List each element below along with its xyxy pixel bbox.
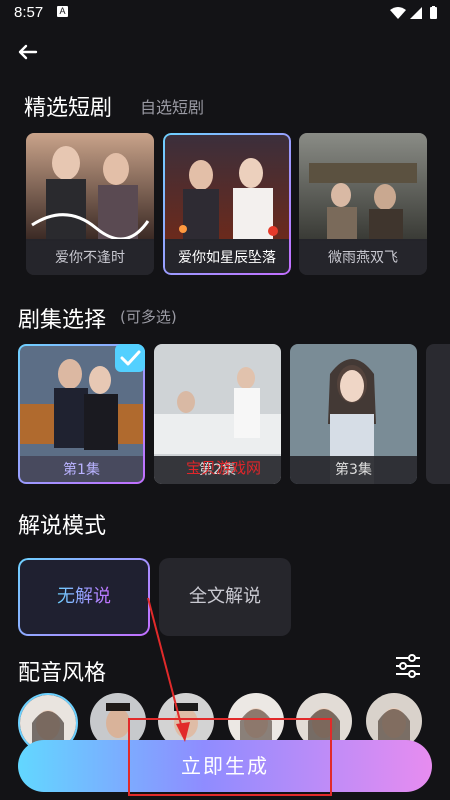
narration-option-none[interactable]: 无解说 — [18, 558, 150, 636]
episode-multi-select-hint: (可多选) — [120, 308, 177, 326]
drama-poster-3 — [299, 133, 427, 239]
watermark: 宝贝游戏网 — [186, 459, 262, 477]
back-arrow-icon — [18, 44, 38, 60]
system-status-icons — [390, 6, 437, 19]
narration-section-title: 解说模式 — [18, 514, 107, 539]
drama-card-1[interactable]: 爱你不逢时 — [26, 133, 154, 275]
sliders-icon[interactable] — [394, 654, 422, 678]
episode-section-title: 剧集选择 — [18, 308, 107, 333]
voice-section-title: 配音风格 — [18, 661, 107, 686]
battery-icon — [430, 7, 437, 19]
status-bar: 8:57 A — [0, 0, 450, 26]
drama-poster-2 — [163, 133, 291, 239]
signal-icon — [410, 7, 422, 19]
narration-option-none-label: 无解说 — [57, 586, 111, 607]
episode-card-1[interactable]: 第1集 — [18, 344, 145, 484]
drama-title-2: 爱你如星辰坠落 — [163, 241, 291, 275]
episode-label-1: 第1集 — [18, 456, 145, 484]
status-time: 8:57 — [14, 4, 44, 21]
tab-featured-dramas[interactable]: 精选短剧 — [24, 90, 112, 122]
episode-card-4-partial[interactable] — [426, 344, 450, 484]
wifi-icon — [390, 7, 406, 19]
checkmark-icon — [115, 344, 145, 372]
drama-card-2[interactable]: 爱你如星辰坠落 — [163, 133, 291, 275]
episode-card-3[interactable]: 第3集 — [290, 344, 417, 484]
drama-poster-1 — [26, 133, 154, 239]
annotation-arrow-icon — [147, 597, 190, 742]
back-button[interactable] — [12, 36, 44, 68]
drama-title-1: 爱你不逢时 — [26, 241, 154, 275]
notification-icon: A — [57, 6, 68, 17]
episode-label-3: 第3集 — [290, 456, 417, 484]
drama-card-3[interactable]: 微雨燕双飞 — [299, 133, 427, 275]
tab-custom-dramas[interactable]: 自选短剧 — [140, 94, 204, 118]
drama-title-3: 微雨燕双飞 — [299, 241, 427, 275]
